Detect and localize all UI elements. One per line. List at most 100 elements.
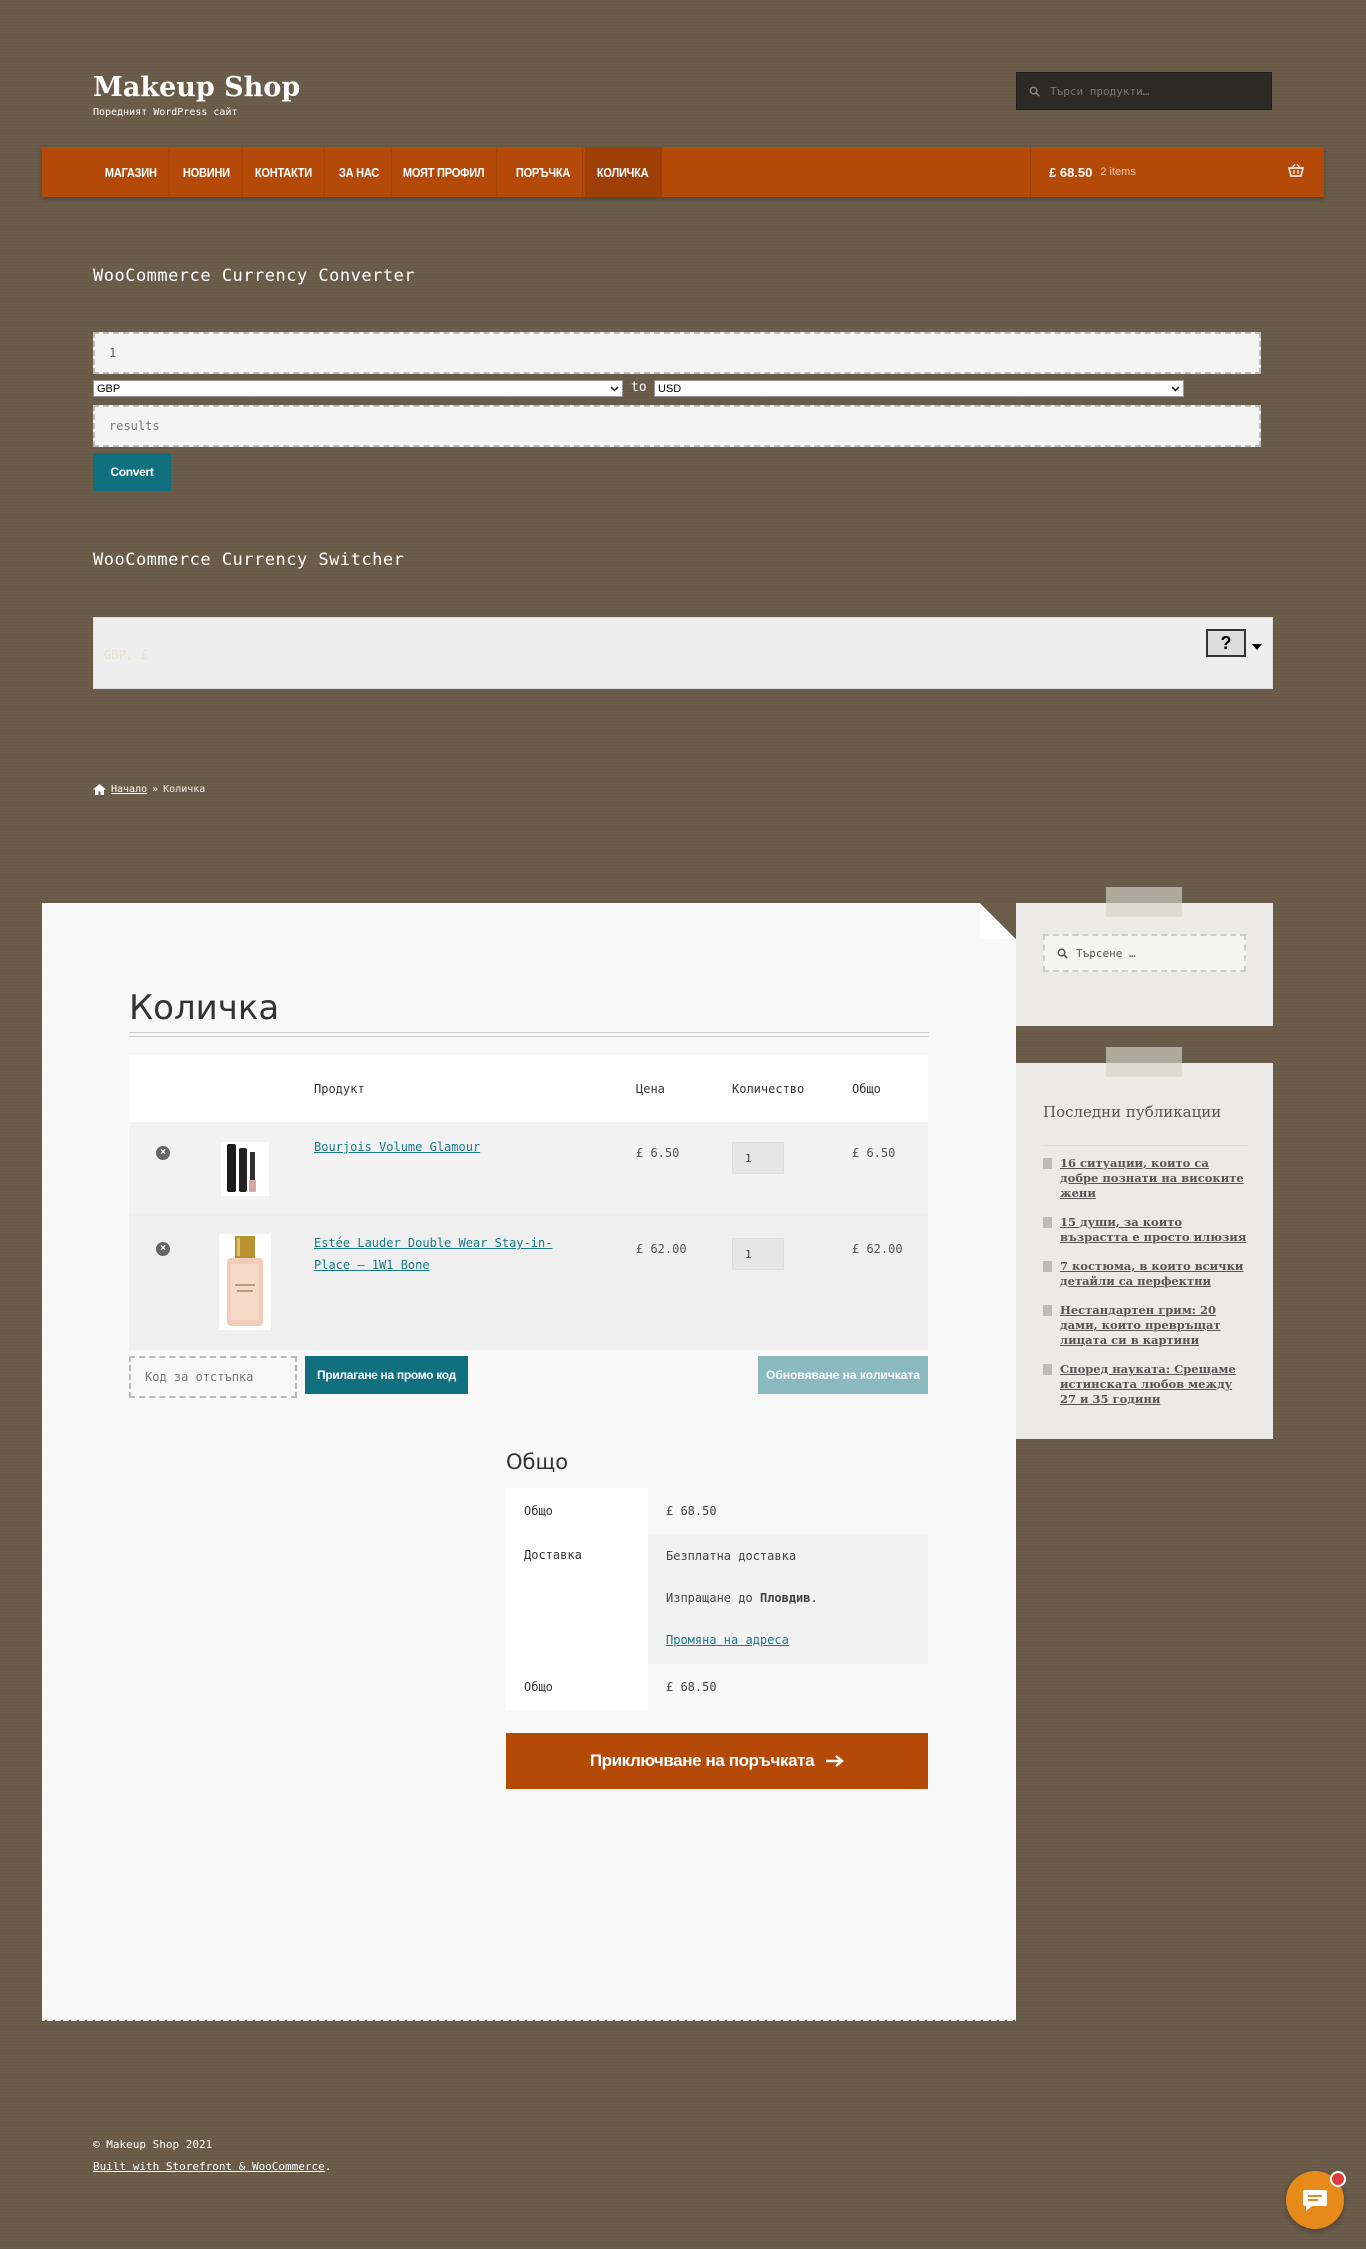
subtotal-row: Общо £ 68.50 xyxy=(506,1488,928,1534)
shipping-to-prefix: Изпращане до xyxy=(666,1591,753,1605)
currency-switcher[interactable]: GBP, £ ? xyxy=(93,617,1273,689)
shipping-destination: Изпращане до Пловдив. xyxy=(666,1591,818,1605)
checkout-label: Приключване на поръчката xyxy=(589,1751,815,1770)
paper-edge xyxy=(1016,1433,1273,1439)
recent-post-item: 15 души, за които възрастта е просто илю… xyxy=(1043,1215,1248,1245)
mascara-product-image[interactable] xyxy=(221,1142,269,1196)
converter-to-select[interactable]: USD xyxy=(654,380,1184,397)
product-search[interactable] xyxy=(1016,72,1272,110)
convert-button[interactable]: Convert xyxy=(93,453,171,491)
column-price: Цена xyxy=(636,1082,665,1096)
product-search-input[interactable] xyxy=(1048,83,1252,99)
nav-item-checkout[interactable]: ПОРЪЧКА xyxy=(504,147,584,197)
column-total: Общо xyxy=(852,1082,881,1096)
remove-item-icon[interactable]: × xyxy=(156,1146,170,1160)
breadcrumb: Начало » Количка xyxy=(93,784,205,795)
converter-results-field[interactable]: results xyxy=(93,405,1261,447)
shipping-details: Безплатна доставка Изпращане до Пловдив.… xyxy=(648,1534,928,1664)
nav-item-news[interactable]: НОВИНИ xyxy=(171,147,243,197)
converter-to-label: to xyxy=(631,380,647,395)
shipping-method: Безплатна доставка xyxy=(666,1549,797,1563)
header-cart-amount: £ 68.50 xyxy=(1049,164,1093,180)
site-title[interactable]: Makeup Shop xyxy=(93,72,300,103)
recent-post-link[interactable]: 7 костюма, в които всички детайли са пер… xyxy=(1060,1259,1248,1289)
cart-totals-table: Общо £ 68.50 Доставка Безплатна доставка… xyxy=(506,1488,928,1710)
update-cart-button[interactable]: Обновяване на количката xyxy=(758,1356,928,1394)
page-corner-fold xyxy=(980,903,1016,939)
document-icon xyxy=(1043,1158,1052,1169)
cart-item-row: × Bourjois Volume Glamour £ 6.50 1 £ 6.5… xyxy=(129,1122,928,1214)
product-link[interactable]: Estée Lauder Double Wear Stay-in-Place –… xyxy=(314,1232,584,1276)
unknown-flag-icon: ? xyxy=(1206,629,1246,657)
footer-credit-suffix: . xyxy=(324,2160,332,2173)
quantity-input[interactable]: 1 xyxy=(732,1238,784,1270)
converter-amount-input[interactable]: 1 xyxy=(93,332,1261,374)
from-currency-value: GBP xyxy=(97,382,121,395)
nav-item-cart[interactable]: КОЛИЧКА xyxy=(585,147,662,197)
change-address-link[interactable]: Промяна на адреса xyxy=(666,1632,928,1648)
header-cart-count: 2 items xyxy=(1100,166,1136,178)
recent-post-item: Нестандартен грим: 20 дами, които превръ… xyxy=(1043,1303,1248,1348)
proceed-to-checkout-button[interactable]: Приключване на поръчката xyxy=(506,1733,928,1789)
document-icon xyxy=(1043,1305,1052,1316)
nav-item-about[interactable]: ЗА НАС xyxy=(327,147,392,197)
search-icon xyxy=(1057,948,1068,959)
chat-icon xyxy=(1303,2190,1327,2211)
footer-credit: Built with Storefront & WooCommerce. xyxy=(93,2160,331,2173)
recent-posts-list: 16 ситуации, които са добре познати на в… xyxy=(1043,1145,1248,1421)
shipping-label: Доставка xyxy=(506,1534,648,1664)
switcher-widget-title: WooCommerce Currency Switcher xyxy=(93,550,405,570)
recent-post-link[interactable]: Според науката: Срещаме истинската любов… xyxy=(1060,1362,1248,1407)
order-total-value: £ 68.50 xyxy=(648,1664,928,1710)
order-total-label: Общо xyxy=(506,1664,648,1710)
item-price: £ 6.50 xyxy=(636,1146,680,1160)
current-currency: GBP, £ xyxy=(104,648,148,662)
cart-table-header: Продукт Цена Количество Общо xyxy=(129,1055,928,1122)
nav-item-shop[interactable]: МАГАЗИН xyxy=(93,147,170,197)
header-cart[interactable]: £ 68.50 2 items xyxy=(1030,147,1324,197)
cart-totals-title: Общо xyxy=(506,1450,569,1474)
recent-post-link[interactable]: Нестандартен грим: 20 дами, които превръ… xyxy=(1060,1303,1248,1348)
quantity-input[interactable]: 1 xyxy=(732,1142,784,1174)
recent-posts-widget: Последни публикации 16 ситуации, които с… xyxy=(1016,1047,1273,1439)
foundation-product-image[interactable] xyxy=(219,1234,271,1330)
sidebar-search-widget: Търсене … xyxy=(1016,887,1273,1026)
recent-post-link[interactable]: 16 ситуации, които са добре познати на в… xyxy=(1060,1156,1248,1201)
breadcrumb-home-link[interactable]: Начало xyxy=(111,784,147,795)
document-icon xyxy=(1043,1217,1052,1228)
paper-edge xyxy=(42,2015,1016,2021)
converter-widget-title: WooCommerce Currency Converter xyxy=(93,266,416,286)
site-description: Поредният WordPress сайт xyxy=(93,107,238,118)
apply-coupon-button[interactable]: Прилагане на промо код xyxy=(305,1356,468,1394)
document-icon xyxy=(1043,1364,1052,1375)
recent-post-item: 7 костюма, в които всички детайли са пер… xyxy=(1043,1259,1248,1289)
nav-item-contacts[interactable]: КОНТАКТИ xyxy=(243,147,325,197)
notification-badge xyxy=(1330,2171,1346,2187)
shipping-row: Доставка Безплатна доставка Изпращане до… xyxy=(506,1534,928,1664)
nav-item-my-account[interactable]: МОЯТ ПРОФИЛ xyxy=(391,147,498,197)
sidebar-search-input[interactable]: Търсене … xyxy=(1043,934,1246,972)
page-title: Количка xyxy=(129,988,280,1028)
cart-table: Продукт Цена Количество Общо × Bourjois … xyxy=(129,1055,928,1350)
shipping-city: Пловдив xyxy=(759,1591,811,1605)
recent-post-item: Според науката: Срещаме истинската любов… xyxy=(1043,1362,1248,1407)
subtotal-value: £ 68.50 xyxy=(648,1488,928,1534)
document-icon xyxy=(1043,1261,1052,1272)
product-link[interactable]: Bourjois Volume Glamour xyxy=(314,1136,584,1158)
tape-decoration xyxy=(1106,1047,1182,1077)
home-icon xyxy=(93,784,106,795)
basket-icon xyxy=(1288,163,1304,177)
title-divider xyxy=(129,1032,929,1037)
converter-from-select[interactable]: GBP xyxy=(93,380,623,397)
footer-copyright: © Makeup Shop 2021 xyxy=(93,2138,213,2151)
to-currency-value: USD xyxy=(658,382,682,395)
column-quantity: Количество xyxy=(732,1082,805,1096)
remove-item-icon[interactable]: × xyxy=(156,1242,170,1256)
coupon-code-input[interactable]: Код за отстъпка xyxy=(129,1356,297,1398)
sidebar-search-placeholder: Търсене … xyxy=(1076,946,1136,960)
footer-credit-link[interactable]: Built with Storefront & WooCommerce xyxy=(93,2160,325,2173)
column-product: Продукт xyxy=(314,1082,365,1096)
recent-post-link[interactable]: 15 души, за които възрастта е просто илю… xyxy=(1060,1215,1248,1245)
tape-decoration xyxy=(1106,887,1182,917)
search-icon xyxy=(1029,86,1040,97)
